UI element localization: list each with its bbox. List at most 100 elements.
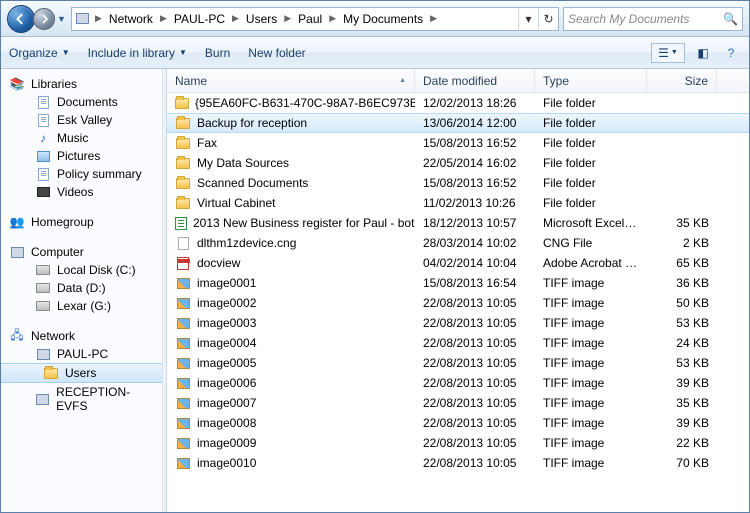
tree-paulpc[interactable]: PAUL-PC <box>1 345 162 363</box>
breadcrumb-mydocuments[interactable]: My Documents <box>339 8 427 30</box>
file-row[interactable]: Virtual Cabinet11/02/2013 10:26File fold… <box>167 193 749 213</box>
breadcrumb-sep[interactable]: ▶ <box>157 13 170 24</box>
breadcrumb-bar[interactable]: ▶ Network ▶ PAUL-PC ▶ Users ▶ Paul ▶ My … <box>71 7 559 31</box>
breadcrumb-network[interactable]: Network <box>105 8 157 30</box>
file-size: 36 KB <box>647 276 717 290</box>
file-row[interactable]: Scanned Documents15/08/2013 16:52File fo… <box>167 173 749 193</box>
burn-button[interactable]: Burn <box>205 46 230 60</box>
tree-pictures[interactable]: Pictures <box>1 147 162 165</box>
file-row[interactable]: My Data Sources22/05/2014 16:02File fold… <box>167 153 749 173</box>
file-name: Scanned Documents <box>197 176 308 190</box>
file-type: TIFF image <box>535 276 647 290</box>
refresh-button[interactable]: ↻ <box>538 8 558 30</box>
file-name: Backup for reception <box>197 116 307 130</box>
breadcrumb-root-sep[interactable]: ▶ <box>92 13 105 24</box>
file-date: 15/08/2013 16:52 <box>415 176 535 190</box>
tree-lexar-g[interactable]: Lexar (G:) <box>1 297 162 315</box>
tree-eskvalley[interactable]: Esk Valley <box>1 111 162 129</box>
file-type: TIFF image <box>535 456 647 470</box>
tree-network[interactable]: 🖧Network <box>1 327 162 345</box>
file-row[interactable]: image000322/08/2013 10:05TIFF image53 KB <box>167 313 749 333</box>
file-date: 15/08/2013 16:52 <box>415 136 535 150</box>
videos-icon <box>35 185 51 199</box>
address-dropdown[interactable]: ▾ <box>518 8 538 30</box>
column-type[interactable]: Type <box>535 69 647 92</box>
file-name: image0003 <box>197 316 256 330</box>
file-row[interactable]: image000622/08/2013 10:05TIFF image39 KB <box>167 373 749 393</box>
network-icon: 🖧 <box>9 329 25 343</box>
cng-icon <box>175 236 191 250</box>
file-rows[interactable]: {95EA60FC-B631-470C-98A7-B6EC973B6…12/02… <box>167 93 749 512</box>
breadcrumb-sep[interactable]: ▶ <box>326 13 339 24</box>
file-row[interactable]: Backup for reception13/06/2014 12:00File… <box>167 113 749 133</box>
file-row[interactable]: image000922/08/2013 10:05TIFF image22 KB <box>167 433 749 453</box>
file-type: File folder <box>535 136 647 150</box>
file-row[interactable]: docview04/02/2014 10:04Adobe Acrobat D…6… <box>167 253 749 273</box>
file-type: TIFF image <box>535 376 647 390</box>
file-name: docview <box>197 256 240 270</box>
breadcrumb-paul[interactable]: Paul <box>294 8 326 30</box>
preview-pane-button[interactable]: ◧ <box>693 46 713 60</box>
file-size: 70 KB <box>647 456 717 470</box>
breadcrumb-sep[interactable]: ▶ <box>281 13 294 24</box>
tree-documents[interactable]: Documents <box>1 93 162 111</box>
homegroup-icon: 👥 <box>9 215 25 229</box>
pdf-icon <box>175 256 191 270</box>
tree-policy[interactable]: Policy summary <box>1 165 162 183</box>
file-row[interactable]: image000722/08/2013 10:05TIFF image35 KB <box>167 393 749 413</box>
tiff-icon <box>175 416 191 430</box>
sort-asc-icon: ▲ <box>399 77 406 84</box>
share-folder-icon <box>43 366 59 380</box>
file-size: 53 KB <box>647 316 717 330</box>
breadcrumb-users[interactable]: Users <box>242 8 281 30</box>
breadcrumb-sep[interactable]: ▶ <box>427 13 440 24</box>
tree-computer[interactable]: Computer <box>1 243 162 261</box>
tree-videos[interactable]: Videos <box>1 183 162 201</box>
computer-icon <box>35 347 51 361</box>
file-row[interactable]: image000115/08/2013 16:54TIFF image36 KB <box>167 273 749 293</box>
file-row[interactable]: dlthm1zdevice.cng28/03/2014 10:02CNG Fil… <box>167 233 749 253</box>
nav-history-dropdown[interactable]: ▼ <box>55 14 67 24</box>
navigation-pane[interactable]: 📚 Libraries Documents Esk Valley ♪Music … <box>1 69 163 512</box>
organize-menu[interactable]: Organize▼ <box>9 46 70 60</box>
file-name: image0004 <box>197 336 256 350</box>
include-in-library-menu[interactable]: Include in library▼ <box>88 46 187 60</box>
change-view-button[interactable]: ☰▼ <box>651 43 685 63</box>
file-type: TIFF image <box>535 296 647 310</box>
search-box[interactable]: Search My Documents 🔍 <box>563 7 743 31</box>
column-size[interactable]: Size <box>647 69 717 92</box>
file-row[interactable]: image000422/08/2013 10:05TIFF image24 KB <box>167 333 749 353</box>
file-size: 22 KB <box>647 436 717 450</box>
file-row[interactable]: image000822/08/2013 10:05TIFF image39 KB <box>167 413 749 433</box>
tiff-icon <box>175 456 191 470</box>
tree-music[interactable]: ♪Music <box>1 129 162 147</box>
file-type: TIFF image <box>535 356 647 370</box>
tree-libraries[interactable]: 📚 Libraries <box>1 75 162 93</box>
libraries-icon: 📚 <box>9 77 25 91</box>
breadcrumb-sep[interactable]: ▶ <box>229 13 242 24</box>
xls-icon <box>175 216 187 230</box>
file-name: image0006 <box>197 376 256 390</box>
file-row[interactable]: image000522/08/2013 10:05TIFF image53 KB <box>167 353 749 373</box>
back-button[interactable] <box>7 5 35 33</box>
tree-homegroup[interactable]: 👥Homegroup <box>1 213 162 231</box>
tree-local-c[interactable]: Local Disk (C:) <box>1 261 162 279</box>
column-date[interactable]: Date modified <box>415 69 535 92</box>
file-name: image0002 <box>197 296 256 310</box>
file-row[interactable]: Fax15/08/2013 16:52File folder <box>167 133 749 153</box>
breadcrumb-paulpc[interactable]: PAUL-PC <box>170 8 229 30</box>
tree-users[interactable]: Users <box>1 363 162 383</box>
new-folder-button[interactable]: New folder <box>248 46 305 60</box>
column-name[interactable]: Name▲ <box>167 69 415 92</box>
file-row[interactable]: image000222/08/2013 10:05TIFF image50 KB <box>167 293 749 313</box>
forward-button[interactable] <box>33 8 55 30</box>
tree-reception[interactable]: RECEPTION-EVFS <box>1 383 162 415</box>
tiff-icon <box>175 296 191 310</box>
file-row[interactable]: 2013 New Business register for Paul - bo… <box>167 213 749 233</box>
file-row[interactable]: {95EA60FC-B631-470C-98A7-B6EC973B6…12/02… <box>167 93 749 113</box>
file-size: 50 KB <box>647 296 717 310</box>
file-name: dlthm1zdevice.cng <box>197 236 296 250</box>
tree-data-d[interactable]: Data (D:) <box>1 279 162 297</box>
help-button[interactable]: ? <box>721 46 741 60</box>
file-row[interactable]: image001022/08/2013 10:05TIFF image70 KB <box>167 453 749 473</box>
